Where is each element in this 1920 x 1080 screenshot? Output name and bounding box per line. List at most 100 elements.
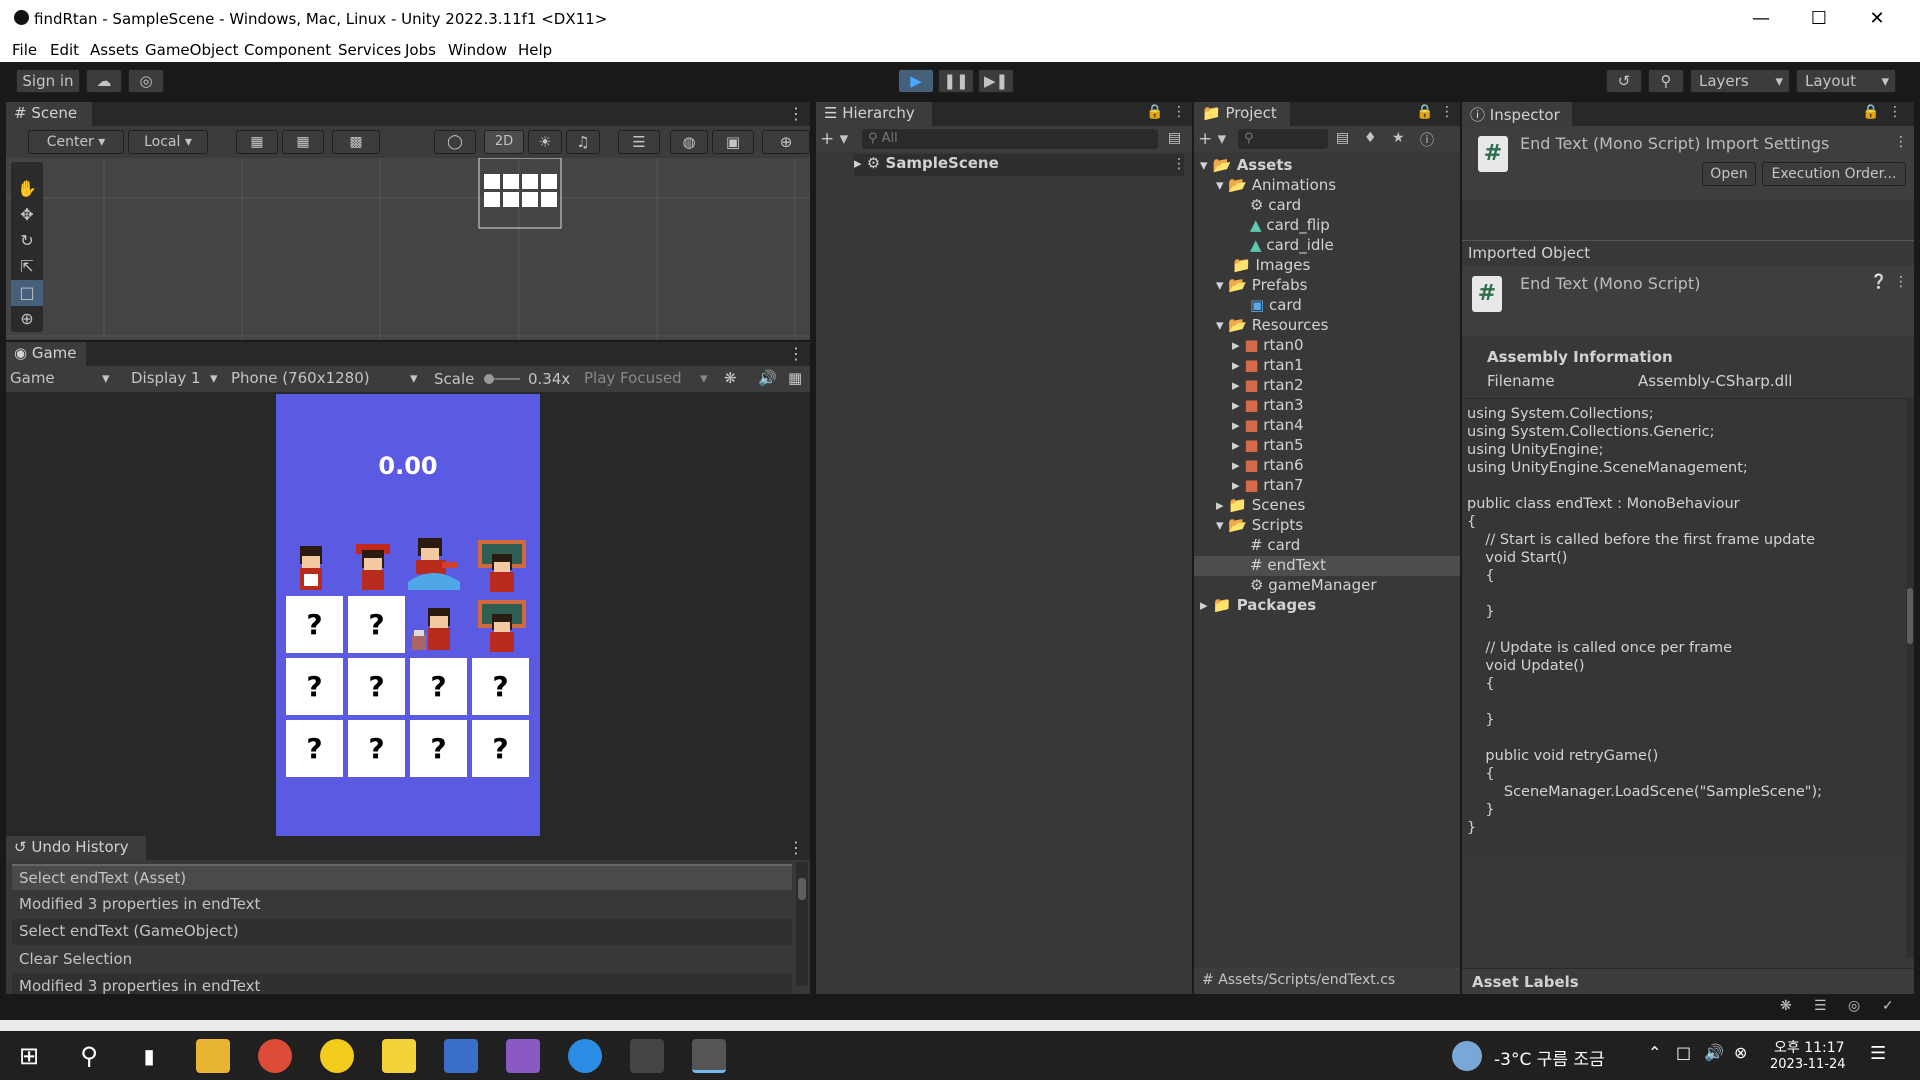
space-dropdown[interactable]: Local ▾ bbox=[128, 130, 208, 154]
visibility-icon[interactable]: ◍ bbox=[670, 130, 708, 154]
favorite-icon[interactable]: ★ bbox=[1392, 130, 1405, 146]
tree-item-prefab[interactable]: ▣ card bbox=[1250, 296, 1302, 314]
tab-scene[interactable]: # Scene bbox=[6, 102, 92, 126]
tab-inspector[interactable]: ⓘ Inspector bbox=[1462, 102, 1572, 126]
hierarchy-more-icon[interactable]: ⋮ bbox=[1172, 104, 1186, 120]
menu-file[interactable]: File bbox=[12, 41, 37, 59]
tree-item-resource[interactable]: ▸ ■ rtan6 bbox=[1232, 456, 1304, 474]
minimize-button[interactable]: — bbox=[1732, 4, 1790, 34]
tree-item-resource[interactable]: ▸ ■ rtan3 bbox=[1232, 396, 1304, 414]
card-back[interactable]: ? bbox=[348, 720, 405, 777]
hidden-packages-icon[interactable]: ⓘ bbox=[1420, 130, 1434, 150]
undo-more-icon[interactable]: ⋮ bbox=[788, 838, 804, 857]
card-back[interactable]: ? bbox=[348, 658, 405, 715]
media-player-icon[interactable] bbox=[320, 1039, 354, 1073]
project-search-input[interactable]: ⚲ bbox=[1238, 129, 1328, 149]
tree-folder-resources[interactable]: ▾ 📂 Resources bbox=[1216, 316, 1328, 334]
grid-snap-icon[interactable]: ▦ bbox=[236, 130, 278, 154]
search-by-label-icon[interactable]: ♦ bbox=[1364, 130, 1377, 146]
effects-icon[interactable]: ☰ bbox=[618, 130, 660, 154]
project-more-icon[interactable]: ⋮ bbox=[1440, 104, 1454, 120]
tree-item-script[interactable]: # card bbox=[1250, 536, 1300, 554]
volume-icon[interactable]: 🔊 bbox=[1704, 1043, 1724, 1062]
network-icon[interactable]: □ bbox=[1676, 1043, 1691, 1062]
tree-item-resource[interactable]: ▸ ■ rtan2 bbox=[1232, 376, 1304, 394]
undo-scrollbar[interactable] bbox=[796, 862, 808, 986]
card-back[interactable]: ? bbox=[286, 720, 343, 777]
lock-icon[interactable]: 🔒 bbox=[1416, 104, 1433, 120]
chrome-icon[interactable] bbox=[258, 1039, 292, 1073]
tree-folder-animations[interactable]: ▾ 📂 Animations bbox=[1216, 176, 1336, 194]
tree-folder-prefabs[interactable]: ▾ 📂 Prefabs bbox=[1216, 276, 1307, 294]
menu-edit[interactable]: Edit bbox=[50, 41, 79, 59]
tray-chevron-up-icon[interactable]: ⌃ bbox=[1648, 1043, 1661, 1062]
scene-more-icon[interactable]: ⋮ bbox=[788, 104, 804, 123]
tree-item-anim[interactable]: ⚙ card bbox=[1250, 196, 1301, 214]
pause-button[interactable]: ❚❚ bbox=[938, 69, 974, 93]
undo-item[interactable]: Clear Selection bbox=[12, 947, 792, 973]
inspector-scrollbar[interactable] bbox=[1906, 398, 1914, 958]
camera-icon[interactable]: ▣ bbox=[712, 130, 754, 154]
game-more-icon[interactable]: ⋮ bbox=[788, 344, 804, 363]
scale-slider-handle[interactable] bbox=[484, 374, 494, 384]
tree-folder-packages[interactable]: ▸ 📁 Packages bbox=[1200, 596, 1316, 614]
scene-view[interactable]: ✋ ✥ ↻ ⇱ □ ⊕ bbox=[6, 158, 810, 340]
card-back[interactable]: ? bbox=[472, 720, 529, 777]
tab-game[interactable]: ◉ Game bbox=[6, 342, 86, 366]
card-back[interactable]: ? bbox=[348, 596, 405, 653]
card-back[interactable]: ? bbox=[286, 596, 343, 653]
tab-project[interactable]: 📁 Project bbox=[1194, 102, 1290, 126]
draw-mode-icon[interactable]: ◯ bbox=[434, 130, 476, 154]
rotate-tool-icon[interactable]: ↻ bbox=[11, 228, 43, 254]
open-button[interactable]: Open bbox=[1702, 162, 1756, 186]
tree-folder-assets[interactable]: ▾ 📂 Assets bbox=[1200, 156, 1292, 174]
notification-icon[interactable]: ☰ bbox=[1870, 1043, 1886, 1064]
lock-icon[interactable]: 🔒 bbox=[1146, 104, 1163, 120]
card-back[interactable]: ? bbox=[286, 658, 343, 715]
transform-tool-icon[interactable]: ⊕ bbox=[11, 306, 43, 332]
history-icon[interactable]: ↺ bbox=[1606, 69, 1642, 93]
stats-icon[interactable]: ▦ bbox=[788, 369, 802, 387]
auto-gen-icon[interactable]: ◎ bbox=[1848, 998, 1860, 1014]
card-back[interactable]: ? bbox=[472, 658, 529, 715]
inspector-header-more-icon[interactable]: ⋮ bbox=[1894, 134, 1908, 150]
scene-row[interactable]: ▸ ⚙ SampleScene bbox=[854, 154, 1184, 176]
add-icon[interactable]: + ▾ bbox=[1198, 129, 1226, 149]
tree-item-resource[interactable]: ▸ ■ rtan5 bbox=[1232, 436, 1304, 454]
gizmos-icon[interactable]: ⊕ bbox=[762, 130, 810, 154]
undo-item[interactable]: Select endText (GameObject) bbox=[12, 919, 792, 945]
tree-item-resource[interactable]: ▸ ■ rtan7 bbox=[1232, 476, 1304, 494]
maximize-button[interactable]: ☐ bbox=[1790, 4, 1848, 34]
check-icon[interactable]: ✓ bbox=[1882, 998, 1894, 1014]
tree-item-script[interactable]: ⚙ gameManager bbox=[1250, 576, 1377, 594]
video-editor-icon[interactable] bbox=[506, 1039, 540, 1073]
sticky-notes-icon[interactable] bbox=[382, 1039, 416, 1073]
menu-gameobject[interactable]: GameObject bbox=[145, 41, 239, 59]
tree-folder-images[interactable]: 📁 Images bbox=[1232, 256, 1310, 274]
tree-item-script-selected[interactable]: # endText bbox=[1194, 556, 1460, 576]
tab-hierarchy[interactable]: ☰ Hierarchy bbox=[816, 102, 932, 126]
tree-item-resource[interactable]: ▸ ■ rtan0 bbox=[1232, 336, 1304, 354]
menu-jobs[interactable]: Jobs bbox=[405, 41, 436, 59]
app-icon[interactable] bbox=[444, 1039, 478, 1073]
undo-item[interactable]: Modified 3 properties in endText bbox=[12, 974, 792, 994]
bluetooth-app-icon[interactable] bbox=[568, 1039, 602, 1073]
collab-icon[interactable]: ◎ bbox=[128, 69, 164, 93]
cache-icon[interactable]: ☰ bbox=[1814, 998, 1827, 1014]
play-focused-dropdown[interactable]: Play Focused bbox=[584, 369, 682, 387]
lock-icon[interactable]: 🔒 bbox=[1862, 104, 1879, 120]
toggle-2d-button[interactable]: 2D bbox=[484, 130, 524, 154]
move-tool-icon[interactable]: ✥ bbox=[11, 202, 43, 228]
unity-editor-icon[interactable] bbox=[692, 1039, 726, 1073]
tree-item-resource[interactable]: ▸ ■ rtan1 bbox=[1232, 356, 1304, 374]
undo-item[interactable]: Modified 3 properties in endText bbox=[12, 892, 792, 918]
audio-icon[interactable]: ♫ bbox=[566, 130, 600, 154]
tree-item-resource[interactable]: ▸ ■ rtan4 bbox=[1232, 416, 1304, 434]
card-back[interactable]: ? bbox=[410, 720, 467, 777]
inspector-more-icon[interactable]: ⋮ bbox=[1888, 104, 1902, 120]
cloud-icon[interactable]: ☁ bbox=[86, 69, 122, 93]
display-dropdown[interactable]: Display 1 bbox=[131, 369, 201, 387]
undo-item[interactable]: Select endText (Asset) bbox=[12, 864, 792, 890]
scene-more-icon[interactable]: ⋮ bbox=[1172, 156, 1186, 172]
resolution-dropdown[interactable]: Phone (760x1280) bbox=[231, 369, 370, 387]
